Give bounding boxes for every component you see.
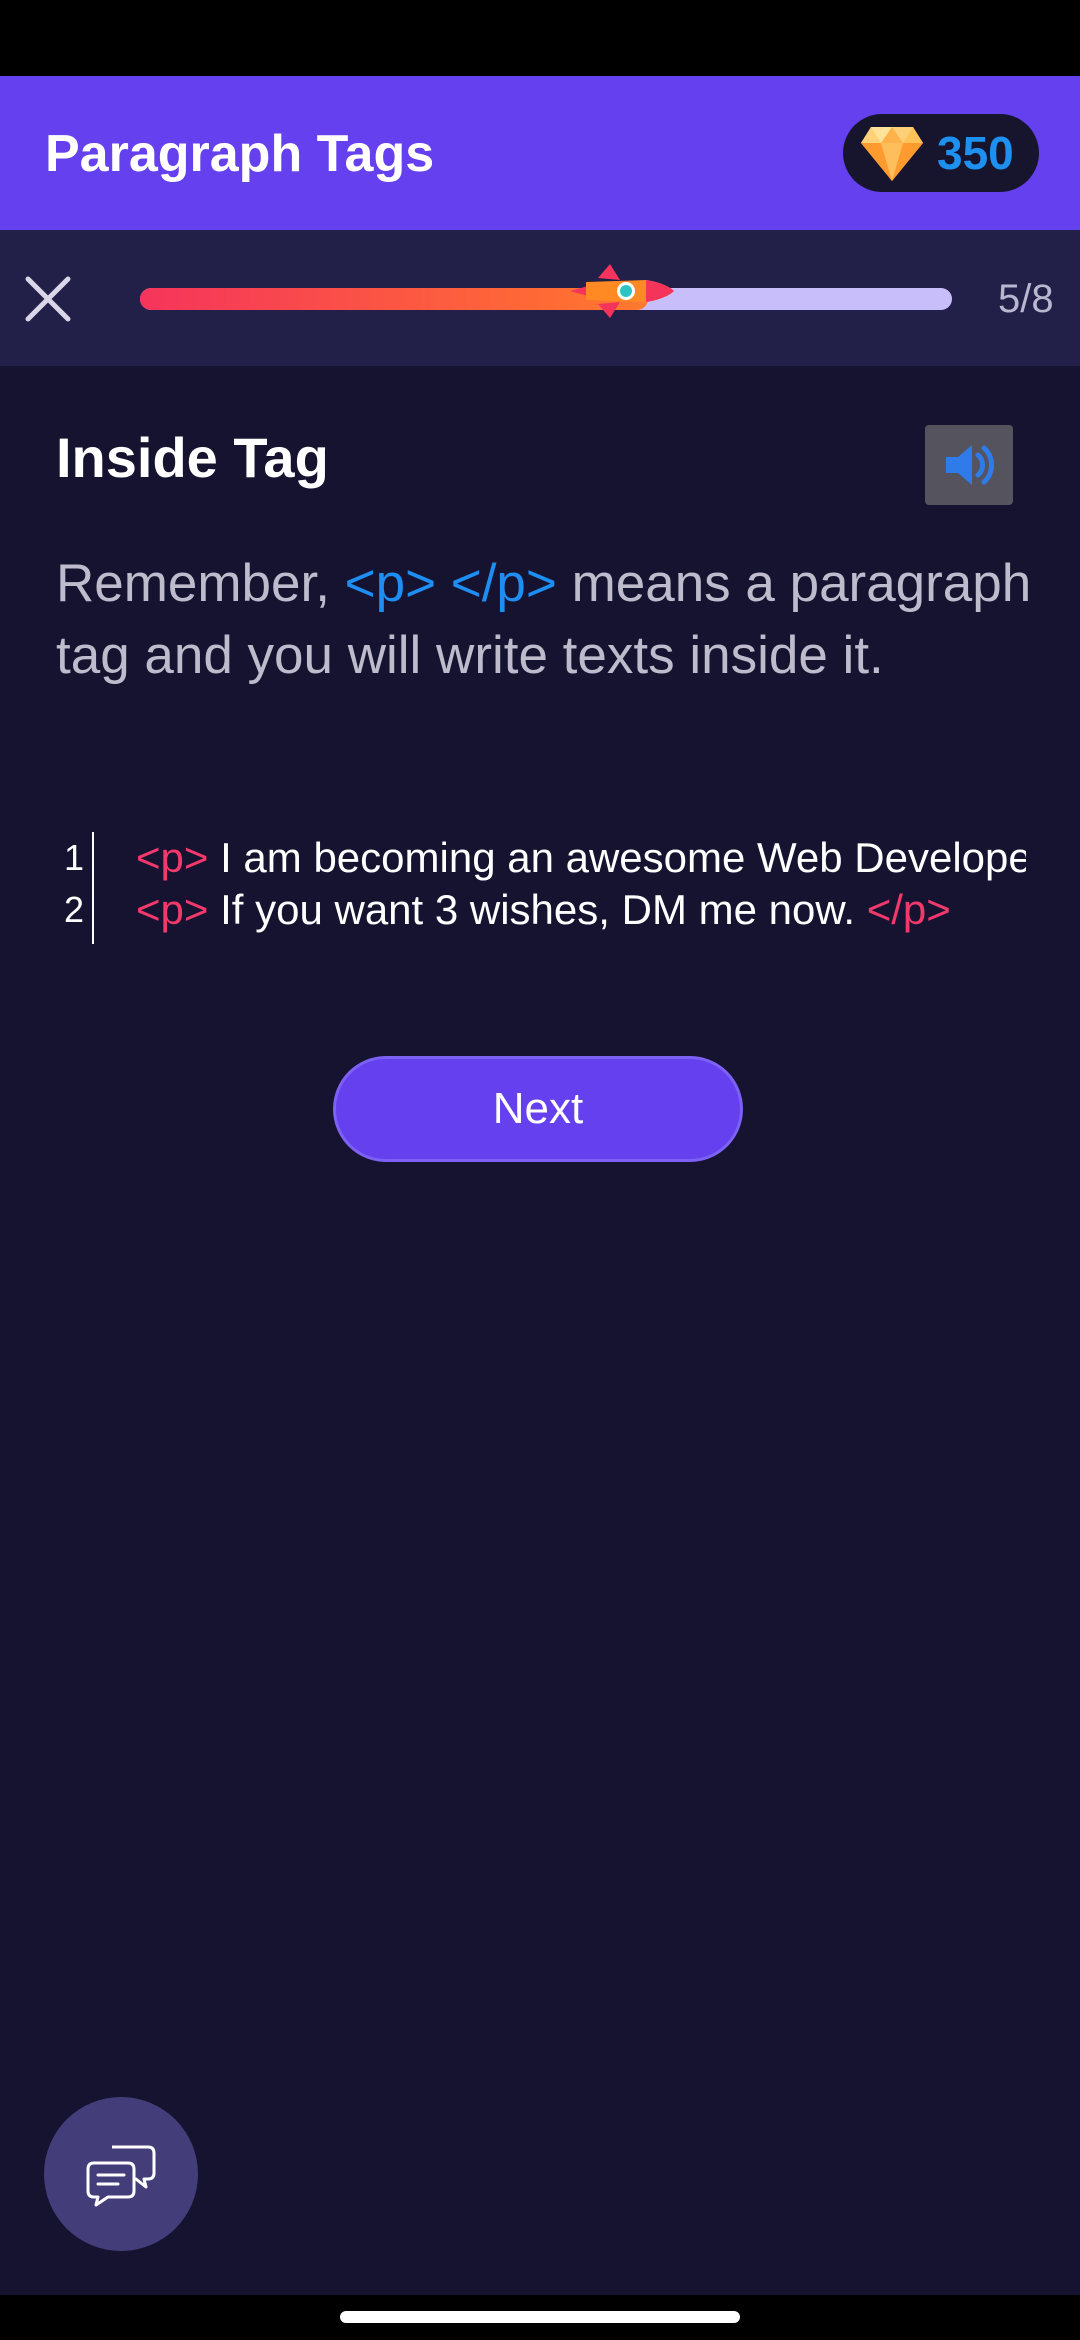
- next-button[interactable]: Next: [333, 1056, 743, 1162]
- progress-track: [140, 288, 952, 310]
- lesson-text: Remember, <p> </p> means a paragraph tag…: [56, 548, 1046, 692]
- progress-label: 5/8: [998, 277, 1054, 321]
- speaker-icon: [946, 445, 994, 485]
- status-bar: [0, 0, 1080, 76]
- code-text: I am becoming an awesome Web Developer: [208, 834, 1026, 881]
- code-open-tag: <p>: [136, 834, 209, 881]
- app-bar: Paragraph Tags 350: [0, 76, 1080, 230]
- sound-button[interactable]: [925, 425, 1013, 505]
- code-close-tag: </p>: [866, 886, 951, 933]
- lesson-progress: 5/8: [0, 230, 1080, 366]
- page-title: Paragraph Tags: [45, 125, 435, 183]
- app-screen: Paragraph Tags 350 5/8 Inside Tag Rememb…: [0, 0, 1080, 2340]
- code-line: <p> If you want 3 wishes, DM me now. </p…: [136, 884, 1026, 936]
- home-indicator[interactable]: [340, 2311, 740, 2323]
- close-icon[interactable]: [20, 271, 76, 327]
- rocket-icon: [570, 264, 674, 318]
- code-gutter-divider: [92, 832, 94, 944]
- diamond-icon: [861, 127, 923, 181]
- code-line: <p> I am becoming an awesome Web Develop…: [136, 832, 1026, 884]
- gem-balance[interactable]: 350: [843, 114, 1039, 192]
- code-text: If you want 3 wishes, DM me now.: [208, 886, 867, 933]
- line-numbers: 1 2: [56, 832, 92, 936]
- lesson-text-intro: Remember,: [56, 554, 345, 613]
- chat-button[interactable]: [44, 2097, 198, 2251]
- code-lines: <p> I am becoming an awesome Web Develop…: [136, 832, 1026, 936]
- lesson-tag-highlight: <p> </p>: [344, 554, 557, 613]
- gem-count: 350: [937, 127, 1014, 179]
- lesson-title: Inside Tag: [56, 426, 329, 489]
- line-number: 1: [63, 837, 85, 878]
- code-open-tag: <p>: [136, 886, 209, 933]
- chat-bubbles-icon: [86, 2145, 156, 2207]
- code-block: 1 2 <p> I am becoming an awesome Web Dev…: [56, 832, 1026, 944]
- line-number: 2: [63, 889, 85, 930]
